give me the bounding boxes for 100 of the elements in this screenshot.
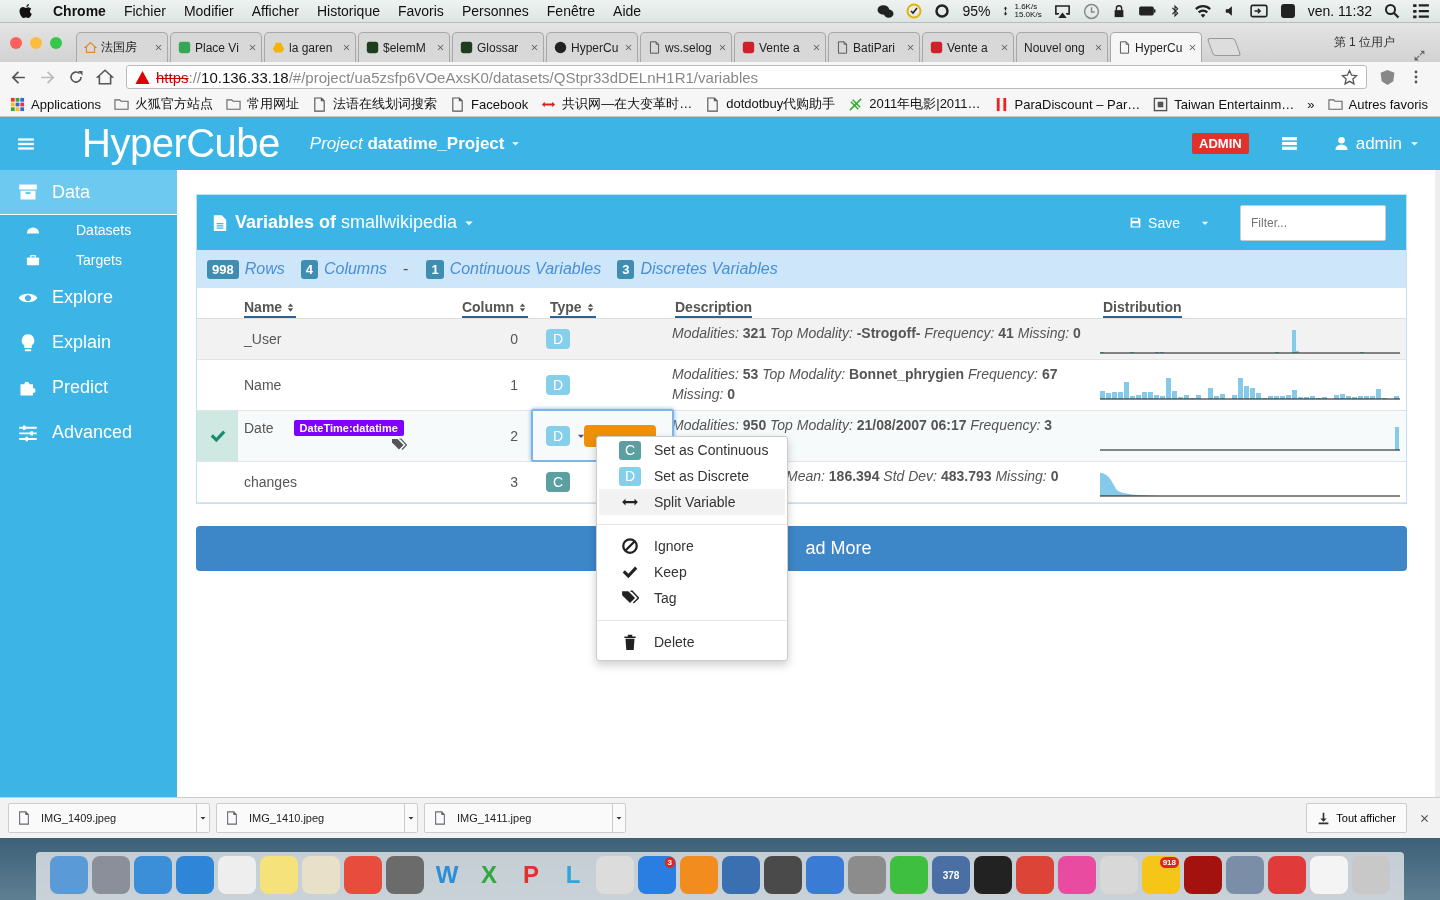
menu-item[interactable]: Historique bbox=[307, 3, 389, 19]
separator-text: - bbox=[403, 260, 409, 278]
download-item[interactable]: IMG_1411.jpeg bbox=[424, 803, 626, 833]
menu-item[interactable]: Afficher bbox=[242, 3, 308, 19]
close-icon[interactable] bbox=[154, 43, 163, 52]
browser-tab[interactable]: $elemM bbox=[358, 32, 450, 62]
menu-item[interactable]: Tag bbox=[599, 585, 785, 611]
profile-button[interactable]: 第 1 位用户 bbox=[1333, 34, 1395, 51]
close-icon[interactable] bbox=[530, 43, 539, 52]
apple-menu-icon[interactable] bbox=[18, 3, 34, 19]
menu-item[interactable]: Delete bbox=[599, 629, 785, 655]
app-icon[interactable]: 3 bbox=[638, 856, 676, 894]
check-circle-icon[interactable] bbox=[906, 3, 923, 19]
screen-mirror-icon[interactable] bbox=[1053, 2, 1071, 20]
bookmark[interactable]: 2011年电影|2011… bbox=[848, 95, 981, 113]
browser-tab[interactable]: la garen bbox=[264, 32, 356, 62]
caret-icon[interactable] bbox=[407, 814, 415, 822]
show-all-button[interactable]: Tout afficher bbox=[1306, 803, 1407, 833]
bookmark[interactable]: 共识网—在大变革时… bbox=[541, 95, 693, 113]
chat-icon[interactable] bbox=[877, 2, 895, 20]
bookmark[interactable]: 火狐官方站点 bbox=[114, 95, 214, 113]
close-icon[interactable] bbox=[436, 43, 445, 52]
browser-tab[interactable]: HyperCu bbox=[546, 32, 638, 62]
caret-icon[interactable] bbox=[199, 814, 207, 822]
close-icon[interactable] bbox=[342, 43, 351, 52]
browser-tab[interactable]: Vente a bbox=[734, 32, 826, 62]
folder-icon bbox=[114, 96, 130, 112]
extension-icon[interactable] bbox=[1379, 68, 1396, 86]
browser-tab[interactable]: BatiPari bbox=[828, 32, 920, 62]
app-icon[interactable]: 918 bbox=[1142, 856, 1180, 894]
close-icon[interactable] bbox=[248, 43, 257, 52]
menu-item[interactable]: C Set as Continuous bbox=[599, 437, 785, 463]
app-icon[interactable] bbox=[764, 856, 802, 894]
browser-tab[interactable]: ws.selog bbox=[640, 32, 732, 62]
browser-tab[interactable]: Nouvel ong bbox=[1016, 32, 1108, 62]
bookmark[interactable]: 法语在线划词搜索 bbox=[312, 95, 438, 113]
new-tab-button[interactable] bbox=[1206, 38, 1242, 56]
menu-item[interactable]: Personnes bbox=[452, 3, 538, 19]
app-icon[interactable] bbox=[974, 856, 1012, 894]
bookmark-folder[interactable]: Autres favoris bbox=[1327, 96, 1428, 112]
server-icon[interactable] bbox=[1280, 135, 1298, 152]
bookmark[interactable]: Facebook bbox=[450, 96, 529, 112]
folder-icon bbox=[1327, 96, 1343, 112]
bookmark[interactable]: dotdotbuy代购助手 bbox=[705, 95, 836, 113]
menu-item[interactable]: D Set as Discrete bbox=[599, 463, 785, 489]
close-icon[interactable] bbox=[1094, 43, 1103, 52]
app-status-icon[interactable] bbox=[1279, 3, 1296, 19]
browser-tab[interactable]: Glossar bbox=[452, 32, 544, 62]
bookmark[interactable]: Taiwan Entertainm… bbox=[1153, 96, 1295, 112]
reload-icon[interactable] bbox=[68, 69, 84, 85]
bookmark[interactable]: 常用网址 bbox=[226, 95, 300, 113]
download-item[interactable]: IMG_1409.jpeg bbox=[8, 803, 210, 833]
browser-tab[interactable]: 法国房 bbox=[76, 32, 168, 62]
browser-tab[interactable]: Vente a bbox=[922, 32, 1014, 62]
browser-tab[interactable]: Place Vi bbox=[170, 32, 262, 62]
file-icon bbox=[17, 811, 31, 825]
row-check-cell[interactable] bbox=[197, 411, 238, 462]
search-icon[interactable] bbox=[1384, 3, 1400, 19]
wifi-icon[interactable] bbox=[1193, 2, 1212, 20]
apps-icon bbox=[10, 96, 25, 112]
variable-name: Date bbox=[244, 420, 274, 436]
fullscreen-icon[interactable] bbox=[1413, 49, 1426, 62]
app-menu[interactable]: Chrome bbox=[44, 3, 115, 19]
home-icon[interactable] bbox=[96, 68, 114, 86]
menu-item[interactable]: Fenêtre bbox=[537, 3, 605, 19]
menu-item[interactable]: Ignore bbox=[599, 533, 785, 559]
menu-item[interactable]: Split Variable bbox=[599, 489, 785, 515]
browser-tab[interactable]: HyperCu bbox=[1110, 32, 1202, 62]
close-icon[interactable] bbox=[1000, 43, 1009, 52]
menu-item[interactable]: Aide bbox=[604, 3, 651, 19]
tags-icon[interactable] bbox=[391, 437, 407, 453]
menu-item[interactable]: Fichier bbox=[114, 3, 175, 19]
close-icon[interactable] bbox=[812, 43, 821, 52]
app-icon[interactable]: 378 bbox=[932, 856, 970, 894]
close-icon[interactable] bbox=[906, 43, 915, 52]
user-icon bbox=[1333, 136, 1349, 151]
close-icon[interactable] bbox=[718, 43, 727, 52]
menubar-clock[interactable]: ven. 11:32 bbox=[1307, 3, 1372, 19]
address-bar[interactable]: https://10.136.33.18/#/project/ua5zsfp6VOeAxsK0/datasets/QStpr33dDELnH1R1/variables bbox=[126, 65, 1367, 89]
window-close-button[interactable] bbox=[10, 36, 22, 49]
file-icon bbox=[433, 811, 447, 825]
download-item[interactable]: IMG_1410.jpeg bbox=[216, 803, 418, 833]
caret-icon[interactable] bbox=[615, 814, 623, 822]
bookmark[interactable]: Applications bbox=[10, 96, 102, 112]
menu-item[interactable]: Modifier bbox=[174, 3, 243, 19]
menu-item[interactable]: Favoris bbox=[388, 3, 453, 19]
list-icon[interactable] bbox=[1412, 2, 1430, 20]
more-bookmarks-button[interactable]: » bbox=[1307, 96, 1315, 112]
display-icon[interactable] bbox=[1249, 2, 1268, 20]
app-icon[interactable] bbox=[1184, 856, 1222, 894]
close-icon[interactable] bbox=[1188, 43, 1197, 52]
close-icon[interactable] bbox=[624, 43, 633, 52]
row-check-cell[interactable] bbox=[197, 319, 238, 360]
bookmark[interactable]: ParaDiscount – Par… bbox=[993, 96, 1141, 112]
ring-icon[interactable] bbox=[934, 3, 951, 19]
logo-icon bbox=[1153, 96, 1169, 112]
star-icon[interactable] bbox=[1341, 68, 1358, 86]
close-icon[interactable] bbox=[1419, 812, 1430, 824]
filter-field[interactable]: Filter... bbox=[1240, 204, 1386, 241]
clock-icon[interactable] bbox=[1082, 2, 1100, 20]
